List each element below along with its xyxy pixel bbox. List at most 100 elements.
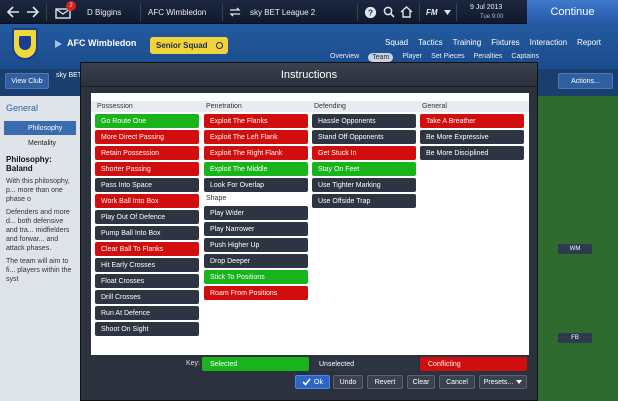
instruction-drill-crosses[interactable]: Drill Crosses	[95, 290, 199, 304]
subtab-captains[interactable]: Captains	[511, 53, 539, 62]
league-short-label: sky BET	[56, 72, 83, 79]
ok-label: Ok	[314, 378, 323, 386]
key-label: Key:	[186, 360, 201, 367]
possession-title: Possession	[97, 103, 133, 110]
instruction-be-more-expressive[interactable]: Be More Expressive	[420, 130, 524, 144]
instruction-clear-ball-to-flanks[interactable]: Clear Ball To Flanks	[95, 242, 199, 256]
club-link[interactable]: AFC Wimbledon	[148, 0, 206, 24]
key-legend: Key: Selected Unselected Conflicting	[81, 357, 539, 372]
squad-selector-label: Senior Squad	[156, 41, 208, 50]
instruction-stick-to-positions[interactable]: Stick To Positions	[204, 270, 308, 284]
instruction-retain-possession[interactable]: Retain Possession	[95, 146, 199, 160]
key-conflicting: Conflicting	[420, 357, 527, 371]
defending-column: Defending Hassle Opponents Stand Off Oppo…	[312, 101, 416, 210]
subtab-team[interactable]: Team	[368, 53, 394, 62]
instruction-shorter-passing[interactable]: Shorter Passing	[95, 162, 199, 176]
checkmark-icon	[302, 378, 311, 386]
instruction-stay-on-feet[interactable]: Stay On Feet	[312, 162, 416, 176]
tab-fixtures[interactable]: Fixtures	[491, 38, 519, 47]
search-icon[interactable]	[383, 0, 395, 24]
player-marker-wm[interactable]: WM	[558, 244, 592, 254]
presets-button[interactable]: Presets...	[479, 375, 527, 389]
instruction-play-wider[interactable]: Play Wider	[204, 206, 308, 220]
svg-text:?: ?	[368, 7, 373, 17]
instruction-hit-early-crosses[interactable]: Hit Early Crosses	[95, 258, 199, 272]
squad-selector[interactable]: Senior Squad	[150, 37, 228, 54]
dialog-title: Instructions	[81, 63, 537, 87]
tab-training[interactable]: Training	[453, 38, 482, 47]
subtab-player[interactable]: Player	[402, 53, 422, 62]
back-arrow-icon[interactable]	[6, 0, 20, 24]
instruction-go-route-one[interactable]: Go Route One	[95, 114, 199, 128]
forward-arrow-icon[interactable]	[26, 0, 40, 24]
top-bar: 2 D Biggins AFC Wimbledon sky BET League…	[0, 0, 618, 24]
instruction-play-narrower[interactable]: Play Narrower	[204, 222, 308, 236]
instruction-roam-from-positions[interactable]: Roam From Positions	[204, 286, 308, 300]
instruction-use-tighter-marking[interactable]: Use Tighter Marking	[312, 178, 416, 192]
cancel-button[interactable]: Cancel	[439, 375, 475, 389]
swap-icon[interactable]	[229, 0, 241, 24]
tab-interaction[interactable]: Interaction	[530, 38, 567, 47]
left-item-mentality[interactable]: Mentality	[4, 136, 76, 150]
instruction-shoot-on-sight[interactable]: Shoot On Sight	[95, 322, 199, 336]
main-tabs: Squad Tactics Training Fixtures Interact…	[385, 38, 611, 47]
pitch-view: WM FB	[538, 96, 618, 401]
ok-button[interactable]: Ok	[295, 375, 330, 389]
instruction-push-higher-up[interactable]: Push Higher Up	[204, 238, 308, 252]
continue-button[interactable]: Continue	[527, 0, 618, 24]
actions-button[interactable]: Actions...	[558, 73, 613, 89]
instruction-exploit-the-right-flank[interactable]: Exploit The Right Flank	[204, 146, 308, 160]
left-item-philosophy[interactable]: Philosophy	[4, 121, 76, 135]
subtab-penalties[interactable]: Penalties	[474, 53, 503, 62]
instruction-float-crosses[interactable]: Float Crosses	[95, 274, 199, 288]
dialog-actions: Ok Undo Revert Clear Cancel Presets...	[81, 375, 539, 390]
fm-menu-chevron-icon[interactable]	[444, 0, 451, 24]
instruction-stand-off-opponents[interactable]: Stand Off Opponents	[312, 130, 416, 144]
manager-name[interactable]: D Biggins	[87, 0, 121, 24]
tab-report[interactable]: Report	[577, 38, 601, 47]
subtab-overview[interactable]: Overview	[330, 53, 359, 62]
instruction-play-out-of-defence[interactable]: Play Out Of Defence	[95, 210, 199, 224]
subtab-set-pieces[interactable]: Set Pieces	[431, 53, 464, 62]
league-link[interactable]: sky BET League 2	[250, 0, 315, 24]
club-title[interactable]: AFC Wimbledon	[67, 38, 136, 48]
instruction-work-ball-into-box[interactable]: Work Ball Into Box	[95, 194, 199, 208]
instruction-take-a-breather[interactable]: Take A Breather	[420, 114, 524, 128]
instruction-hassle-opponents[interactable]: Hassle Opponents	[312, 114, 416, 128]
left-panel: General Philosophy Mentality Philosophy:…	[0, 96, 80, 401]
instruction-more-direct-passing[interactable]: More Direct Passing	[95, 130, 199, 144]
instruction-pump-ball-into-box[interactable]: Pump Ball Into Box	[95, 226, 199, 240]
instruction-use-offside-trap[interactable]: Use Offside Trap	[312, 194, 416, 208]
fm-logo[interactable]: FM	[426, 0, 438, 24]
undo-button[interactable]: Undo	[333, 375, 363, 389]
home-icon[interactable]	[400, 0, 413, 24]
philosophy-title: Philosophy: Baland	[6, 155, 52, 173]
instruction-pass-into-space[interactable]: Pass Into Space	[95, 178, 199, 192]
player-marker-fb[interactable]: FB	[558, 333, 592, 343]
presets-label: Presets...	[483, 378, 514, 386]
revert-button[interactable]: Revert	[367, 375, 403, 389]
instructions-dialog: Instructions Possession Go Route One More…	[80, 62, 538, 401]
squad-selector-circle-icon	[216, 42, 223, 49]
clear-button[interactable]: Clear	[407, 375, 435, 389]
instructions-panel: Possession Go Route One More Direct Passi…	[91, 93, 529, 355]
tab-squad[interactable]: Squad	[385, 38, 408, 47]
instruction-be-more-disciplined[interactable]: Be More Disciplined	[420, 146, 524, 160]
dropdown-arrow-icon[interactable]	[55, 40, 62, 50]
instruction-look-for-overlap[interactable]: Look For Overlap	[204, 178, 308, 192]
help-icon[interactable]: ?	[364, 0, 377, 24]
philosophy-text-1: With this philosophy, p... more than one…	[6, 178, 70, 203]
philosophy-text-2: Defenders and more d... both defensive a…	[6, 209, 70, 252]
view-club-button[interactable]: View Club	[5, 73, 49, 89]
instruction-exploit-the-middle[interactable]: Exploit The Middle	[204, 162, 308, 176]
left-item-label: Mentality	[28, 139, 57, 147]
instruction-run-at-defence[interactable]: Run At Defence	[95, 306, 199, 320]
instruction-drop-deeper[interactable]: Drop Deeper	[204, 254, 308, 268]
left-panel-header: General	[6, 103, 39, 113]
instruction-exploit-the-left-flank[interactable]: Exploit The Left Flank	[204, 130, 308, 144]
penetration-title: Penetration	[206, 103, 242, 110]
instruction-get-stuck-in[interactable]: Get Stuck In	[312, 146, 416, 160]
tab-tactics[interactable]: Tactics	[418, 38, 442, 47]
instruction-exploit-the-flanks[interactable]: Exploit The Flanks	[204, 114, 308, 128]
philosophy-text-3: The team will aim to fi... players withi…	[6, 258, 72, 283]
